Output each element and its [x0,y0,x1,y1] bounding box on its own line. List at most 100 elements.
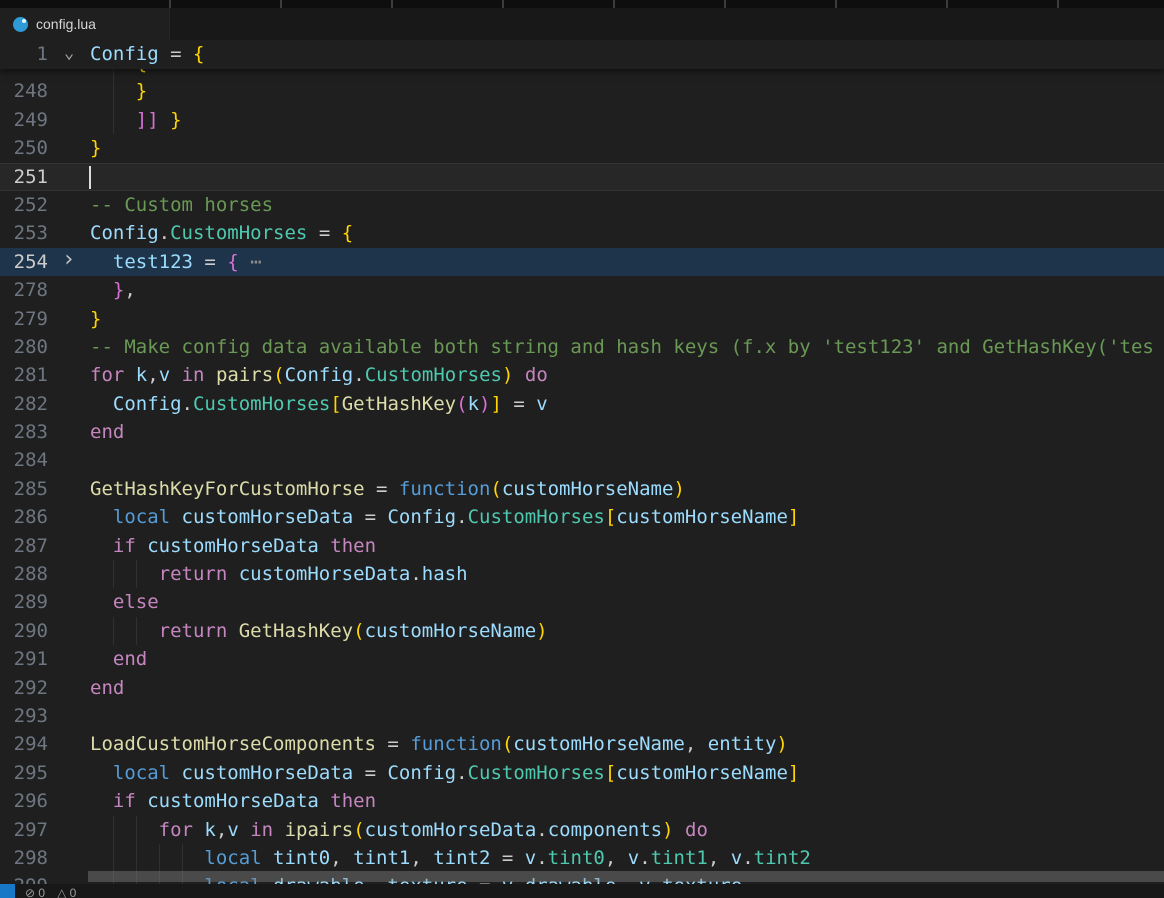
line-number[interactable]: 296 [0,787,48,815]
line-number[interactable]: 280 [0,333,48,361]
code-token: for [90,364,124,386]
code-line[interactable]: 287 if customHorseData then [0,532,1164,560]
code-token: v [731,847,742,869]
code-line[interactable]: 248 } [0,77,1164,105]
chevron-right-icon[interactable]: › [62,246,75,274]
code-line[interactable]: 297 for k,v in ipairs(customHorseData.co… [0,816,1164,844]
code-token: tint2 [754,847,811,869]
line-number[interactable]: 285 [0,475,48,503]
code-token [319,790,330,812]
code-line[interactable]: 291 end [0,645,1164,673]
code-token: customHorseData [239,563,411,585]
code-line[interactable]: 295 local customHorseData = Config.Custo… [0,759,1164,787]
code-line[interactable]: 250} [0,134,1164,162]
code-token [90,393,113,415]
code-token: ( [502,733,513,755]
code-token: ( [353,620,364,642]
line-number[interactable]: 299 [0,872,48,884]
code-token: = [353,762,387,784]
line-number[interactable]: 286 [0,503,48,531]
problems-indicator[interactable]: ⊘ 0 △ 0 [15,884,76,898]
code-token: = [490,847,524,869]
line-number[interactable]: 282 [0,390,48,418]
code-token [90,762,113,784]
code-line[interactable]: 293 [0,702,1164,730]
line-number[interactable]: 278 [0,276,48,304]
text-cursor [89,166,91,189]
code-line[interactable]: 278 }, [0,276,1164,304]
line-number[interactable]: 287 [0,532,48,560]
line-number[interactable]: 279 [0,305,48,333]
line-number[interactable]: 295 [0,759,48,787]
code-text: Config.CustomHorses = { [90,219,353,247]
line-number[interactable]: 290 [0,617,48,645]
code-line[interactable]: 279} [0,305,1164,333]
lua-file-icon [13,17,28,32]
line-number[interactable]: 283 [0,418,48,446]
code-line[interactable]: 253 Config.CustomHorses = { [0,219,1164,247]
code-line[interactable]: 292end [0,674,1164,702]
code-line[interactable]: 280-- Make config data available both st… [0,333,1164,361]
code-token: , [685,733,708,755]
remote-indicator[interactable] [0,884,15,898]
code-line[interactable]: 290 return GetHashKey(customHorseName) [0,617,1164,645]
code-token: tint1 [353,847,410,869]
code-token: { [342,222,353,244]
code-token [239,819,250,841]
code-line[interactable]: 254› test123 = { ⋯ [0,248,1164,276]
code-token: . [182,393,193,415]
code-line[interactable]: 251 [0,163,1164,191]
fold-ellipsis: ⋯ [250,251,262,273]
code-token: Config [285,364,354,386]
code-line[interactable]: 281for k,v in pairs(Config.CustomHorses)… [0,361,1164,389]
code-token: [ [330,393,341,415]
tab-config-lua[interactable]: config.lua [0,8,170,40]
code-line[interactable]: 252-- Custom horses [0,191,1164,219]
code-token: ( [353,819,364,841]
code-token [227,620,238,642]
code-token: ]] [136,109,159,131]
line-number[interactable]: 298 [0,844,48,872]
line-number[interactable]: 291 [0,645,48,673]
code-line[interactable]: 249 ]] } [0,106,1164,134]
code-token [124,364,135,386]
code-token: = [365,478,399,500]
line-number[interactable]: 288 [0,560,48,588]
code-token: ) [502,364,513,386]
line-number[interactable]: 297 [0,816,48,844]
code-line[interactable]: 286 local customHorseData = Config.Custo… [0,503,1164,531]
code-token: = [376,733,410,755]
code-token: , [216,819,227,841]
line-number[interactable]: 253 [0,219,48,247]
line-number[interactable]: 294 [0,730,48,758]
code-token [90,648,113,670]
code-line[interactable]: 285GetHashKeyForCustomHorse = function(c… [0,475,1164,503]
code-token: = [353,506,387,528]
code-line[interactable]: 296 if customHorseData then [0,787,1164,815]
code-line[interactable]: 298 local tint0, tint1, tint2 = v.tint0,… [0,844,1164,872]
code-line[interactable]: 294LoadCustomHorseComponents = function(… [0,730,1164,758]
line-number[interactable]: 252 [0,191,48,219]
line-number[interactable]: 292 [0,674,48,702]
chevron-down-icon[interactable]: ⌄ [64,40,74,68]
code-token: } [90,137,101,159]
code-token [674,819,685,841]
code-token: if [113,535,136,557]
line-number[interactable]: 293 [0,702,48,730]
code-line[interactable]: 288 return customHorseData.hash [0,560,1164,588]
editor[interactable]: 247 {248 }249 ]] }250}251252-- Custom ho… [0,40,1164,884]
code-line[interactable]: 289 else [0,588,1164,616]
code-token: return [159,620,228,642]
horizontal-scrollbar[interactable] [88,871,1164,882]
code-token [90,109,136,131]
code-line[interactable]: 284 [0,446,1164,474]
line-number[interactable]: 284 [0,446,48,474]
code-token [319,535,330,557]
line-number[interactable]: 254 [0,248,48,276]
code-line[interactable]: 282 Config.CustomHorses[GetHashKey(k)] =… [0,390,1164,418]
sticky-scroll[interactable]: 1 ⌄ Config = { [0,40,1164,69]
line-number[interactable]: 289 [0,588,48,616]
code-text: Config.CustomHorses[GetHashKey(k)] = v [90,390,548,418]
code-line[interactable]: 283end [0,418,1164,446]
line-number[interactable]: 281 [0,361,48,389]
